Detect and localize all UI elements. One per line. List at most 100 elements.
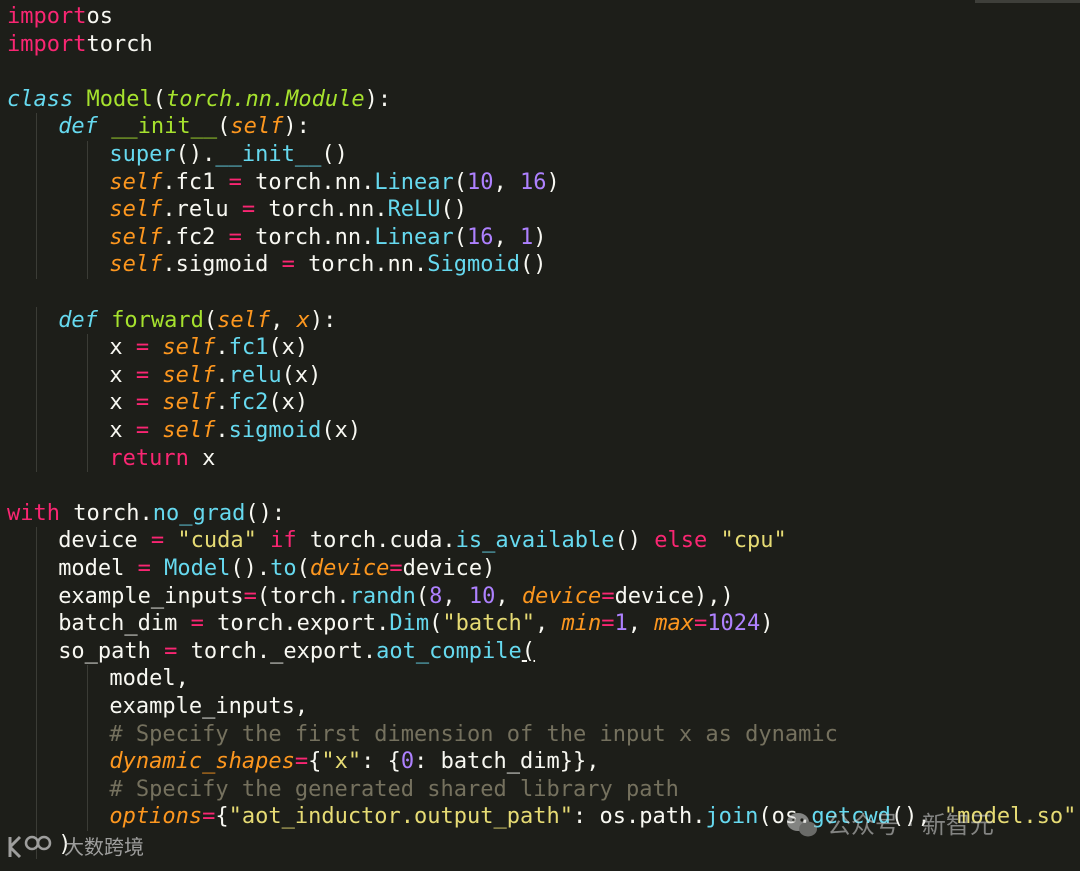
code-token: 1024: [707, 611, 761, 637]
code-token: .: [215, 390, 229, 416]
code-token: self: [162, 418, 216, 443]
code-token: torch.: [59, 500, 153, 526]
code-token: ): [546, 169, 560, 195]
code-token: example_inputs: [58, 583, 244, 609]
code-token: x: [109, 362, 136, 388]
code-token: ,: [493, 224, 521, 250]
code-token: self: [217, 307, 271, 333]
code-token: return: [109, 445, 189, 471]
code-token: # Specify the generated shared library p…: [109, 776, 679, 802]
code-line: self.sigmoid = torch.nn.Sigmoid(): [109, 251, 546, 279]
watermark-right-text: 公众号 · 新智元: [827, 811, 994, 839]
code-token: sigmoid: [228, 418, 322, 443]
code-token: ,: [627, 611, 655, 637]
code-token: else: [654, 528, 708, 554]
code-token: super: [109, 142, 176, 167]
code-token: self: [162, 362, 216, 388]
code-token: ,: [442, 583, 469, 609]
code-token: =: [135, 362, 150, 388]
code-token: ,: [270, 307, 297, 333]
code-token: {: [308, 749, 322, 775]
code-token: ):: [364, 86, 392, 112]
code-token: 10: [468, 583, 496, 609]
code-token: x: [188, 445, 216, 471]
code-token: x: [109, 335, 136, 361]
code-token: 1: [614, 611, 628, 637]
code-token: =: [190, 611, 204, 637]
code-token: )},: [1076, 804, 1080, 829]
code-token: 16: [467, 224, 494, 250]
code-token: ,: [495, 583, 522, 609]
code-token: (: [203, 307, 218, 333]
code-token: x: [109, 390, 136, 416]
code-token: (x): [321, 418, 362, 443]
code-line: super().__init__(): [109, 141, 347, 169]
code-token: (x): [281, 362, 322, 388]
code-token: (: [453, 224, 468, 250]
code-token: .fc2: [162, 224, 229, 250]
code-token: is_available: [455, 528, 615, 554]
code-token: : {: [361, 749, 401, 775]
code-token: device),): [614, 583, 734, 609]
code-token: if: [270, 528, 297, 554]
code-token: (x): [268, 335, 309, 361]
scrollbar-thumb[interactable]: [975, 0, 1080, 3]
code-token: import: [7, 31, 87, 57]
code-token: =: [694, 611, 708, 637]
code-token: ():: [245, 500, 286, 526]
code-token: Linear: [374, 169, 454, 195]
code-line: importos: [7, 3, 113, 31]
indent-guide: [36, 527, 37, 859]
code-token: device: [521, 583, 602, 609]
code-token: join: [705, 804, 759, 830]
code-token: =: [294, 749, 309, 775]
code-token: Model: [164, 556, 231, 581]
code-line: def forward(self, x):: [58, 307, 336, 335]
code-token: .: [215, 362, 229, 388]
code-token: ReLU: [387, 197, 441, 223]
code-line: x = self.fc1(x): [109, 334, 308, 362]
code-line: device = "cuda" if torch.cuda.is_availab…: [58, 527, 787, 555]
code-token: .sigmoid: [162, 252, 282, 278]
code-token: __init__: [111, 114, 218, 140]
code-token: class: [7, 86, 74, 112]
indent-guide: [36, 113, 37, 279]
code-line: # Specify the generated shared library p…: [109, 776, 679, 804]
code-token: torch.nn.: [241, 169, 375, 195]
code-line: class Model(torch.nn.Module):: [7, 86, 391, 114]
code-token: self: [109, 169, 163, 195]
code-token: =: [202, 804, 216, 830]
code-token: torch.export.: [203, 611, 390, 637]
code-token: (): [614, 528, 655, 554]
code-token: no_grad: [152, 500, 246, 526]
code-token: forward: [111, 307, 204, 333]
code-line: importtorch: [7, 31, 153, 59]
code-token: 8: [429, 583, 443, 609]
code-token: .: [215, 418, 229, 443]
code-token: (): [440, 197, 468, 223]
code-token: def: [58, 114, 98, 140]
code-token: =: [135, 390, 150, 416]
wechat-icon: [787, 813, 817, 837]
code-token: self: [162, 390, 216, 416]
code-token: : batch_dim}},: [414, 749, 600, 775]
code-token: torch: [86, 31, 153, 57]
code-token: example_inputs,: [109, 694, 309, 719]
code-token: (: [296, 556, 310, 581]
code-line: self.fc1 = torch.nn.Linear(10, 16): [109, 169, 559, 197]
code-token: device: [309, 556, 390, 581]
code-token: "cpu": [720, 528, 787, 554]
code-token: =: [228, 169, 242, 195]
code-token: ,: [493, 169, 521, 195]
code-token: batch_dim: [58, 611, 191, 637]
code-token: dynamic_shapes: [109, 749, 295, 775]
code-editor[interactable]: importos importtorch class Model(torch.nn.…: [0, 0, 1080, 871]
code-token: to: [270, 556, 297, 581]
code-token: =: [135, 335, 150, 361]
code-token: Dim: [389, 611, 430, 637]
code-token: x: [296, 307, 310, 333]
code-token: .fc1: [162, 169, 229, 195]
code-token: def: [58, 307, 98, 333]
